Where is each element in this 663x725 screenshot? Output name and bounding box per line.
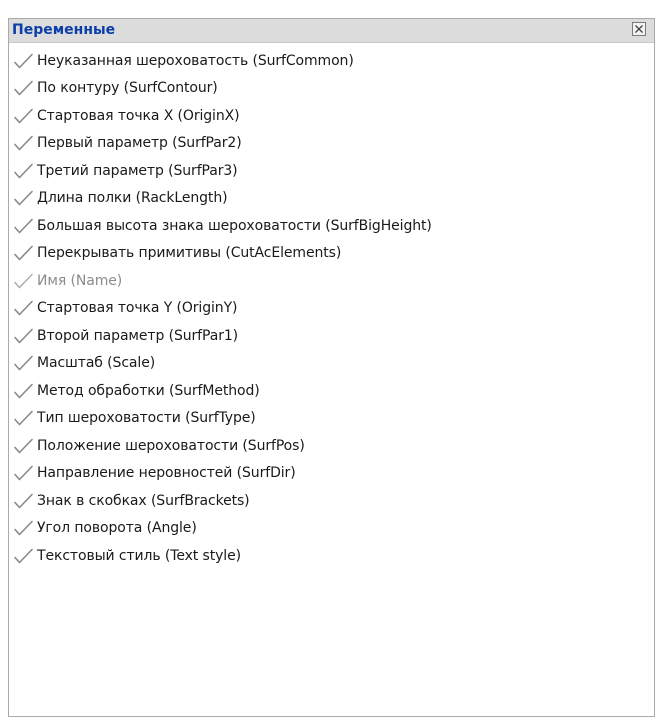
checkmark-icon: [13, 547, 35, 565]
list-item-label: Стартовая точка X (OriginX): [37, 107, 240, 124]
list-item-label: Текстовый стиль (Text style): [37, 547, 241, 564]
checkmark-icon: [13, 437, 35, 455]
list-item[interactable]: Метод обработки (SurfMethod): [9, 377, 654, 405]
list-item[interactable]: Стартовая точка Y (OriginY): [9, 295, 654, 323]
list-item-label: Перекрывать примитивы (CutAcElements): [37, 245, 342, 262]
checkmark-icon: [13, 52, 35, 70]
checkmark-icon: [13, 299, 35, 317]
list-item-label: Метод обработки (SurfMethod): [37, 382, 260, 399]
list-item-label: Первый параметр (SurfPar2): [37, 135, 242, 152]
variables-panel: Переменные Неуказанная шероховатость (Su…: [8, 18, 655, 717]
list-item-label: Второй параметр (SurfPar1): [37, 327, 239, 344]
list-item[interactable]: Имя (Name): [9, 267, 654, 295]
checkmark-icon: [13, 217, 35, 235]
list-item-label: Третий параметр (SurfPar3): [37, 162, 238, 179]
list-item-label: Знак в скобках (SurfBrackets): [37, 492, 250, 509]
list-item-label: По контуру (SurfContour): [37, 80, 218, 97]
list-item-label: Стартовая точка Y (OriginY): [37, 300, 238, 317]
list-item[interactable]: Угол поворота (Angle): [9, 515, 654, 543]
list-item-label: Масштаб (Scale): [37, 355, 156, 372]
list-item[interactable]: Направление неровностей (SurfDir): [9, 460, 654, 488]
list-item[interactable]: Первый параметр (SurfPar2): [9, 130, 654, 158]
checkmark-icon: [13, 162, 35, 180]
list-item[interactable]: Второй параметр (SurfPar1): [9, 322, 654, 350]
checkmark-icon: [13, 272, 35, 290]
panel-title: Переменные: [12, 22, 116, 38]
list-item[interactable]: Положение шероховатости (SurfPos): [9, 432, 654, 460]
checkmark-icon: [13, 519, 35, 537]
list-item-label: Неуказанная шероховатость (SurfCommon): [37, 52, 354, 69]
checkmark-icon: [13, 189, 35, 207]
list-item[interactable]: Знак в скобках (SurfBrackets): [9, 487, 654, 515]
checkmark-icon: [13, 327, 35, 345]
close-icon[interactable]: [632, 22, 646, 36]
checkmark-icon: [13, 492, 35, 510]
list-item[interactable]: Тип шероховатости (SurfType): [9, 405, 654, 433]
list-item[interactable]: Большая высота знака шероховатости (Surf…: [9, 212, 654, 240]
list-item[interactable]: По контуру (SurfContour): [9, 75, 654, 103]
list-item[interactable]: Масштаб (Scale): [9, 350, 654, 378]
list-item-label: Положение шероховатости (SurfPos): [37, 437, 305, 454]
checkmark-icon: [13, 244, 35, 262]
checkmark-icon: [13, 79, 35, 97]
checkmark-icon: [13, 409, 35, 427]
list-item-label: Тип шероховатости (SurfType): [37, 410, 256, 427]
checkmark-icon: [13, 382, 35, 400]
list-item-label: Направление неровностей (SurfDir): [37, 465, 296, 482]
checkmark-icon: [13, 134, 35, 152]
list-item[interactable]: Текстовый стиль (Text style): [9, 542, 654, 570]
list-item-label: Длина полки (RackLength): [37, 190, 228, 207]
list-item-label: Угол поворота (Angle): [37, 520, 197, 537]
checkmark-icon: [13, 354, 35, 372]
panel-titlebar: Переменные: [9, 19, 654, 43]
list-item[interactable]: Стартовая точка X (OriginX): [9, 102, 654, 130]
list-item[interactable]: Неуказанная шероховатость (SurfCommon): [9, 47, 654, 75]
list-item[interactable]: Длина полки (RackLength): [9, 185, 654, 213]
checkmark-icon: [13, 464, 35, 482]
list-item[interactable]: Перекрывать примитивы (CutAcElements): [9, 240, 654, 268]
variables-list: Неуказанная шероховатость (SurfCommon) По…: [9, 47, 654, 570]
checkmark-icon: [13, 107, 35, 125]
list-item[interactable]: Третий параметр (SurfPar3): [9, 157, 654, 185]
list-item-label: Большая высота знака шероховатости (Surf…: [37, 217, 432, 234]
list-item-label: Имя (Name): [37, 272, 123, 289]
